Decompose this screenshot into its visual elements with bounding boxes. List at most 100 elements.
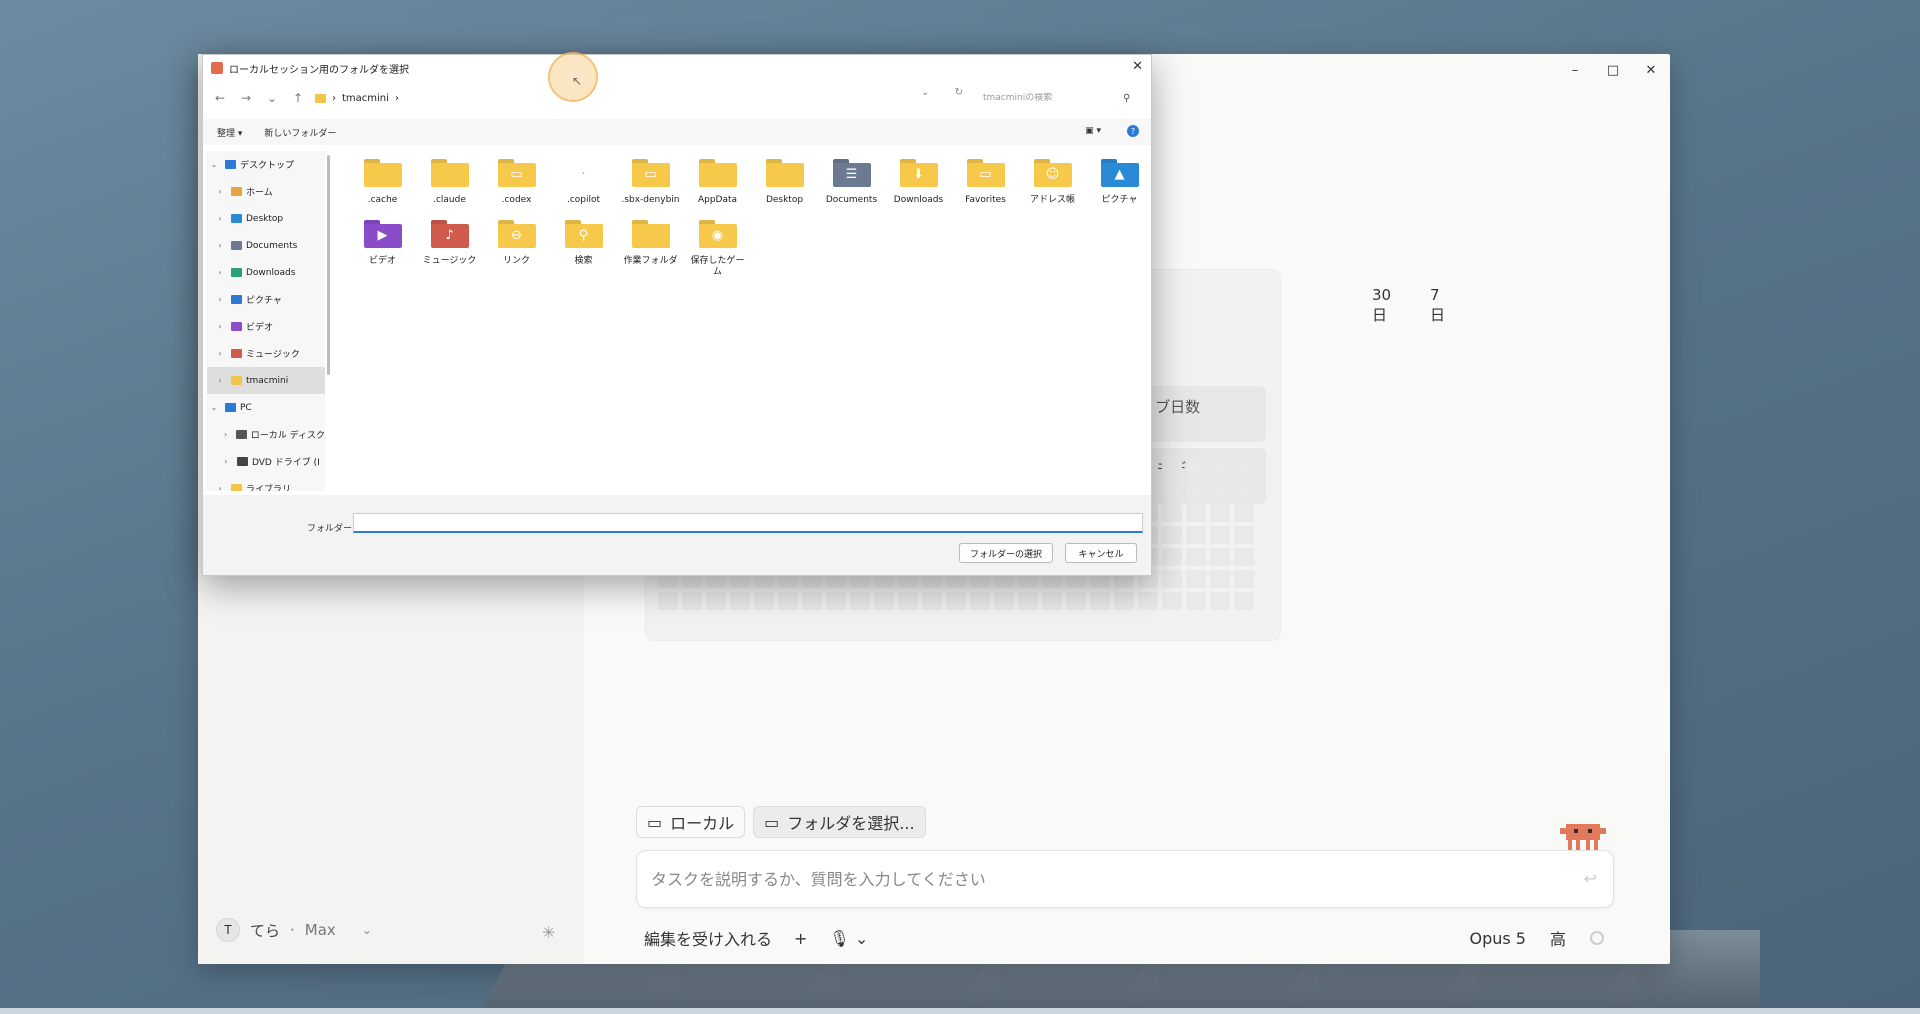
- close-button[interactable]: ✕: [1632, 54, 1670, 86]
- folder-icon: ☰: [832, 157, 871, 187]
- chevron-right-icon[interactable]: ›: [213, 484, 227, 491]
- chevron-down-icon[interactable]: ⌄: [207, 403, 221, 412]
- file-item[interactable]: ◉ 保存したゲーム: [684, 218, 751, 278]
- tree-item[interactable]: › tmacmini: [207, 367, 325, 394]
- breadcrumb-item[interactable]: tmacmini: [342, 93, 389, 104]
- tree-item[interactable]: ⌄ PC: [207, 394, 325, 421]
- cancel-button[interactable]: キャンセル: [1065, 543, 1137, 563]
- up-icon[interactable]: ↑: [285, 91, 311, 105]
- tree-item-label: ライブラリ: [246, 485, 292, 491]
- heatmap-cell: [1234, 548, 1254, 566]
- model-selector[interactable]: Opus 5: [1469, 929, 1526, 948]
- settings-icon[interactable]: ✳: [542, 923, 555, 942]
- cursor-icon: ↖: [572, 74, 583, 88]
- local-chip[interactable]: ▭ ローカル: [636, 806, 746, 838]
- tree-item-label: tmacmini: [246, 375, 289, 386]
- tree-item[interactable]: › ミュージック: [207, 340, 325, 367]
- folder-icon: ·: [581, 167, 586, 182]
- address-dropdown-icon[interactable]: ⌄: [921, 87, 929, 98]
- chevron-right-icon[interactable]: ›: [213, 187, 227, 196]
- chevron-right-icon[interactable]: ›: [213, 214, 227, 223]
- maximize-button[interactable]: □: [1594, 54, 1632, 86]
- heatmap-cell: [1186, 592, 1206, 610]
- tree-scrollbar[interactable]: [327, 155, 330, 375]
- file-item[interactable]: ▶ ビデオ: [349, 218, 416, 278]
- chevron-right-icon[interactable]: ›: [213, 322, 227, 331]
- command-bar: 整理 ▾ 新しいフォルダー ▣ ▾ ?: [203, 119, 1151, 145]
- file-item[interactable]: ▭ .sbx-denybin: [617, 157, 684, 206]
- chevron-right-icon[interactable]: ›: [213, 295, 227, 304]
- file-grid: .cache .claude ▭ .codex · .copilot ▭ .sbx-denyb…: [335, 151, 1145, 278]
- folder-input[interactable]: [354, 514, 1142, 531]
- file-item[interactable]: .cache: [349, 157, 416, 206]
- search-input[interactable]: [983, 93, 1123, 103]
- new-folder-button[interactable]: 新しいフォルダー: [264, 126, 336, 139]
- accept-edits-button[interactable]: 編集を受け入れる: [644, 926, 772, 950]
- tree-item[interactable]: › Documents: [207, 232, 325, 259]
- minimize-button[interactable]: –: [1556, 54, 1594, 86]
- recent-dropdown-icon[interactable]: ⌄: [259, 91, 285, 105]
- file-item[interactable]: 作業フォルダ: [617, 218, 684, 278]
- heatmap-cell: [1210, 592, 1230, 610]
- heatmap-cell: [1234, 526, 1254, 544]
- cursor-highlight: ↖: [548, 52, 598, 102]
- model-tools: Opus 5 高: [1469, 926, 1604, 950]
- file-name: AppData: [697, 195, 738, 205]
- file-item[interactable]: ☰ Documents: [818, 157, 885, 206]
- local-chip-label: ローカル: [670, 814, 735, 833]
- file-item[interactable]: .claude: [416, 157, 483, 206]
- range-7d-label[interactable]: 7日: [1430, 286, 1445, 325]
- tree-item[interactable]: › Desktop: [207, 205, 325, 232]
- microphone-icon[interactable]: 🎙︎ ⌄: [829, 929, 868, 948]
- select-folder-button[interactable]: フォルダーの選択: [959, 543, 1053, 563]
- folder-icon: ⚲: [564, 218, 603, 248]
- heatmap-cell: [1162, 592, 1182, 610]
- organize-button[interactable]: 整理 ▾: [217, 126, 242, 139]
- file-item[interactable]: ☺ アドレス帳: [1019, 157, 1086, 206]
- file-item[interactable]: ⊖ リンク: [483, 218, 550, 278]
- refresh-icon[interactable]: ↻: [955, 87, 963, 98]
- chevron-right-icon[interactable]: ›: [219, 430, 232, 439]
- tree-item[interactable]: › ピクチャ: [207, 286, 325, 313]
- search-icon[interactable]: ⚲: [1123, 93, 1130, 104]
- send-icon[interactable]: ↩: [1584, 869, 1597, 888]
- file-name: ミュージック: [422, 256, 477, 266]
- file-item[interactable]: Desktop: [751, 157, 818, 206]
- user-menu[interactable]: T てら · Max ⌄: [216, 918, 372, 942]
- prompt-input[interactable]: [637, 851, 1537, 907]
- back-icon[interactable]: ←: [207, 91, 233, 105]
- file-item[interactable]: ▭ .codex: [483, 157, 550, 206]
- chevron-right-icon[interactable]: ›: [219, 457, 233, 466]
- add-button[interactable]: +: [794, 929, 807, 948]
- dialog-close-icon[interactable]: ✕: [1132, 59, 1143, 74]
- tree-item[interactable]: › ホーム: [207, 178, 325, 205]
- tree-item[interactable]: › DVD ドライブ (I: [207, 448, 325, 475]
- tree-item[interactable]: › ライブラリ: [207, 475, 325, 491]
- chevron-right-icon[interactable]: ›: [213, 349, 227, 358]
- chevron-right-icon[interactable]: ›: [213, 376, 227, 385]
- range-30d-label[interactable]: 30日: [1372, 286, 1391, 325]
- help-icon[interactable]: ?: [1127, 125, 1139, 137]
- file-item[interactable]: AppData: [684, 157, 751, 206]
- heatmap-cell: [994, 592, 1014, 610]
- forward-icon[interactable]: →: [233, 91, 259, 105]
- tree-item[interactable]: ⌄ デスクトップ: [207, 151, 325, 178]
- tree-item[interactable]: › Downloads: [207, 259, 325, 286]
- file-item[interactable]: ▭ Favorites: [952, 157, 1019, 206]
- tree-item[interactable]: › ビデオ: [207, 313, 325, 340]
- view-options-icon[interactable]: ▣ ▾: [1085, 126, 1101, 136]
- file-item[interactable]: · .copilot: [550, 157, 617, 206]
- file-name: 作業フォルダ: [623, 256, 678, 266]
- tree-item[interactable]: › ローカル ディスク: [207, 421, 325, 448]
- folder-icon: ▭: [966, 157, 1005, 187]
- file-name: ピクチャ: [1101, 195, 1138, 205]
- chevron-down-icon[interactable]: ⌄: [207, 160, 221, 169]
- folder-chip[interactable]: ▭ フォルダを選択...: [753, 806, 926, 838]
- chevron-right-icon[interactable]: ›: [213, 241, 227, 250]
- file-item[interactable]: ♪ ミュージック: [416, 218, 483, 278]
- chevron-right-icon[interactable]: ›: [213, 268, 227, 277]
- file-item[interactable]: ⬇ Downloads: [885, 157, 952, 206]
- effort-selector[interactable]: 高: [1550, 926, 1566, 950]
- file-item[interactable]: ▲ ピクチャ: [1086, 157, 1153, 206]
- file-item[interactable]: ⚲ 検索: [550, 218, 617, 278]
